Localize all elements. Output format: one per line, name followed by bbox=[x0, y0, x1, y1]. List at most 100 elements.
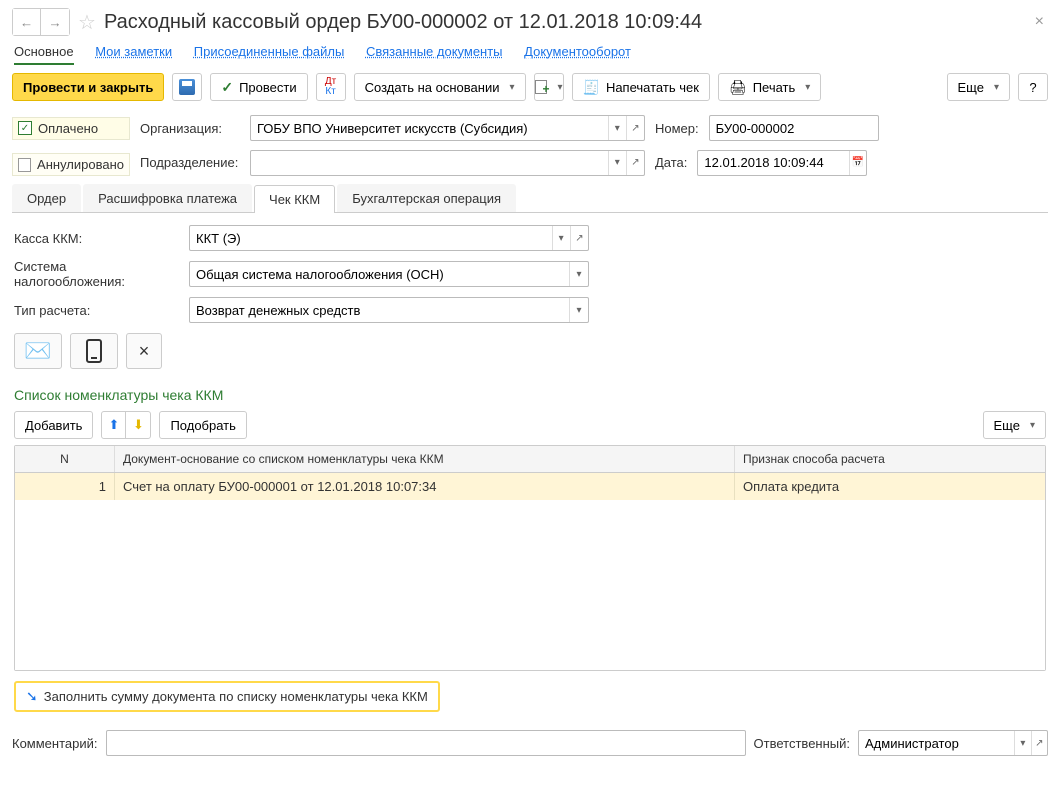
dept-dropdown-icon[interactable]: ▾ bbox=[608, 151, 626, 175]
resp-field[interactable] bbox=[859, 731, 1014, 755]
fill-sum-label: Заполнить сумму документа по списку номе… bbox=[44, 689, 428, 704]
create-based-button[interactable]: Создать на основании bbox=[354, 73, 526, 101]
paid-checkbox[interactable]: ✓ bbox=[18, 121, 32, 135]
tax-dropdown-icon[interactable]: ▾ bbox=[569, 262, 588, 286]
favorite-star-icon[interactable]: ☆ bbox=[78, 10, 96, 35]
cashbox-field[interactable] bbox=[190, 226, 552, 250]
sms-button[interactable] bbox=[70, 333, 118, 369]
page-title: Расходный кассовый ордер БУ00-000002 от … bbox=[104, 11, 1031, 34]
calendar-icon[interactable]: 📅 bbox=[849, 151, 867, 175]
comment-input[interactable] bbox=[106, 730, 746, 756]
post-and-close-button[interactable]: Провести и закрыть bbox=[12, 73, 164, 101]
nav-files[interactable]: Присоединенные файлы bbox=[194, 44, 345, 59]
tax-label: Система налогообложения: bbox=[14, 259, 179, 289]
dept-field[interactable] bbox=[251, 151, 608, 175]
fill-arrow-icon: ➘ bbox=[26, 688, 38, 705]
org-open-icon[interactable]: ↗ bbox=[626, 116, 644, 140]
paid-checkbox-row[interactable]: ✓ Оплачено bbox=[12, 117, 130, 140]
date-input[interactable]: 📅 bbox=[697, 150, 867, 176]
table-row[interactable]: 1 Счет на оплату БУ00-000001 от 12.01.20… bbox=[15, 473, 1045, 500]
main-toolbar: Провести и закрыть ✓Провести ДтКт Создат… bbox=[12, 73, 1048, 101]
nomenclature-grid: N Документ-основание со списком номенкла… bbox=[14, 445, 1046, 671]
cashbox-dropdown-icon[interactable]: ▾ bbox=[552, 226, 570, 250]
nomenclature-title: Список номенклатуры чека ККМ bbox=[14, 387, 1046, 403]
resp-input[interactable]: ▾ ↗ bbox=[858, 730, 1048, 756]
copy-icon bbox=[535, 80, 548, 94]
org-input[interactable]: ▾ ↗ bbox=[250, 115, 645, 141]
print-button[interactable]: 🖨Печать bbox=[718, 73, 821, 101]
email-button[interactable]: ✉️ bbox=[14, 333, 62, 369]
cashbox-input[interactable]: ▾ ↗ bbox=[189, 225, 589, 251]
tax-field[interactable] bbox=[190, 262, 569, 286]
mail-icon: ✉️ bbox=[24, 338, 51, 364]
org-dropdown-icon[interactable]: ▾ bbox=[608, 116, 626, 140]
tab-receipt[interactable]: Чек ККМ bbox=[254, 185, 335, 213]
nav-main[interactable]: Основное bbox=[14, 44, 74, 65]
date-field[interactable] bbox=[698, 151, 848, 175]
cashbox-label: Касса ККМ: bbox=[14, 231, 179, 246]
dept-input[interactable]: ▾ ↗ bbox=[250, 150, 645, 176]
col-header-doc[interactable]: Документ-основание со списком номенклату… bbox=[115, 446, 735, 472]
number-field[interactable] bbox=[710, 116, 878, 140]
nav-docs[interactable]: Связанные документы bbox=[366, 44, 503, 59]
type-input[interactable]: ▾ bbox=[189, 297, 589, 323]
section-nav: Основное Мои заметки Присоединенные файл… bbox=[12, 44, 1048, 59]
x-icon: × bbox=[139, 341, 150, 362]
date-label: Дата: bbox=[655, 155, 687, 170]
move-down-button[interactable]: ⬇ bbox=[126, 412, 150, 438]
cancelled-checkbox-row[interactable]: Аннулировано bbox=[12, 153, 130, 176]
more-button[interactable]: Еще bbox=[947, 73, 1010, 101]
fill-sum-button[interactable]: ➘ Заполнить сумму документа по списку но… bbox=[14, 681, 440, 712]
grid-header: N Документ-основание со списком номенкла… bbox=[15, 446, 1045, 473]
cashbox-open-icon[interactable]: ↗ bbox=[570, 226, 588, 250]
number-input[interactable] bbox=[709, 115, 879, 141]
dept-open-icon[interactable]: ↗ bbox=[626, 151, 644, 175]
tab-order[interactable]: Ордер bbox=[12, 184, 81, 212]
table-more-button[interactable]: Еще bbox=[983, 411, 1046, 439]
tab-accounting[interactable]: Бухгалтерская операция bbox=[337, 184, 516, 212]
tax-input[interactable]: ▾ bbox=[189, 261, 589, 287]
select-button[interactable]: Подобрать bbox=[159, 411, 246, 439]
move-up-button[interactable]: ⬆ bbox=[102, 412, 126, 438]
status-block-2: Аннулировано bbox=[12, 149, 130, 176]
resp-dropdown-icon[interactable]: ▾ bbox=[1014, 731, 1030, 755]
org-label: Организация: bbox=[140, 121, 240, 136]
col-header-n[interactable]: N bbox=[15, 446, 115, 472]
tab-content-receipt: Касса ККМ: ▾ ↗ Система налогообложения: … bbox=[12, 225, 1048, 712]
tabs: Ордер Расшифровка платежа Чек ККМ Бухгал… bbox=[12, 184, 1048, 213]
resp-open-icon[interactable]: ↗ bbox=[1031, 731, 1047, 755]
cell-doc: Счет на оплату БУ00-000001 от 12.01.2018… bbox=[115, 473, 735, 500]
back-button[interactable]: ← bbox=[13, 9, 41, 35]
grid-empty-area bbox=[15, 500, 1045, 670]
nav-workflow[interactable]: Документооборот bbox=[524, 44, 631, 59]
action-buttons: ✉️ × bbox=[14, 333, 1046, 369]
cancelled-label: Аннулировано bbox=[37, 157, 124, 172]
add-button[interactable]: Добавить bbox=[14, 411, 93, 439]
post-button[interactable]: ✓Провести bbox=[210, 73, 307, 101]
type-field[interactable] bbox=[190, 298, 569, 322]
nav-notes[interactable]: Мои заметки bbox=[95, 44, 172, 59]
type-dropdown-icon[interactable]: ▾ bbox=[569, 298, 588, 322]
dt-kt-button[interactable]: ДтКт bbox=[316, 73, 346, 101]
print-receipt-button[interactable]: 🧾 Напечатать чек bbox=[572, 73, 710, 101]
status-block: ✓ Оплачено bbox=[12, 117, 130, 140]
save-button[interactable] bbox=[172, 73, 202, 101]
col-header-type[interactable]: Признак способа расчета bbox=[735, 446, 1045, 472]
comment-field[interactable] bbox=[107, 731, 745, 755]
forward-button[interactable]: → bbox=[41, 9, 69, 35]
cell-type: Оплата кредита bbox=[735, 473, 1045, 500]
copy-button[interactable] bbox=[534, 73, 564, 101]
receipt-icon: 🧾 bbox=[583, 79, 600, 96]
tab-breakdown[interactable]: Расшифровка платежа bbox=[83, 184, 252, 212]
help-button[interactable]: ? bbox=[1018, 73, 1048, 101]
cancelled-checkbox[interactable] bbox=[18, 158, 31, 172]
close-icon[interactable]: × bbox=[1031, 13, 1048, 31]
clear-button[interactable]: × bbox=[126, 333, 162, 369]
print-receipt-label: Напечатать чек bbox=[606, 80, 699, 95]
paid-label: Оплачено bbox=[38, 121, 98, 136]
phone-icon bbox=[86, 339, 102, 363]
org-field[interactable] bbox=[251, 116, 608, 140]
cell-n: 1 bbox=[15, 473, 115, 500]
dept-label: Подразделение: bbox=[140, 155, 240, 170]
post-button-label: Провести bbox=[239, 80, 297, 95]
